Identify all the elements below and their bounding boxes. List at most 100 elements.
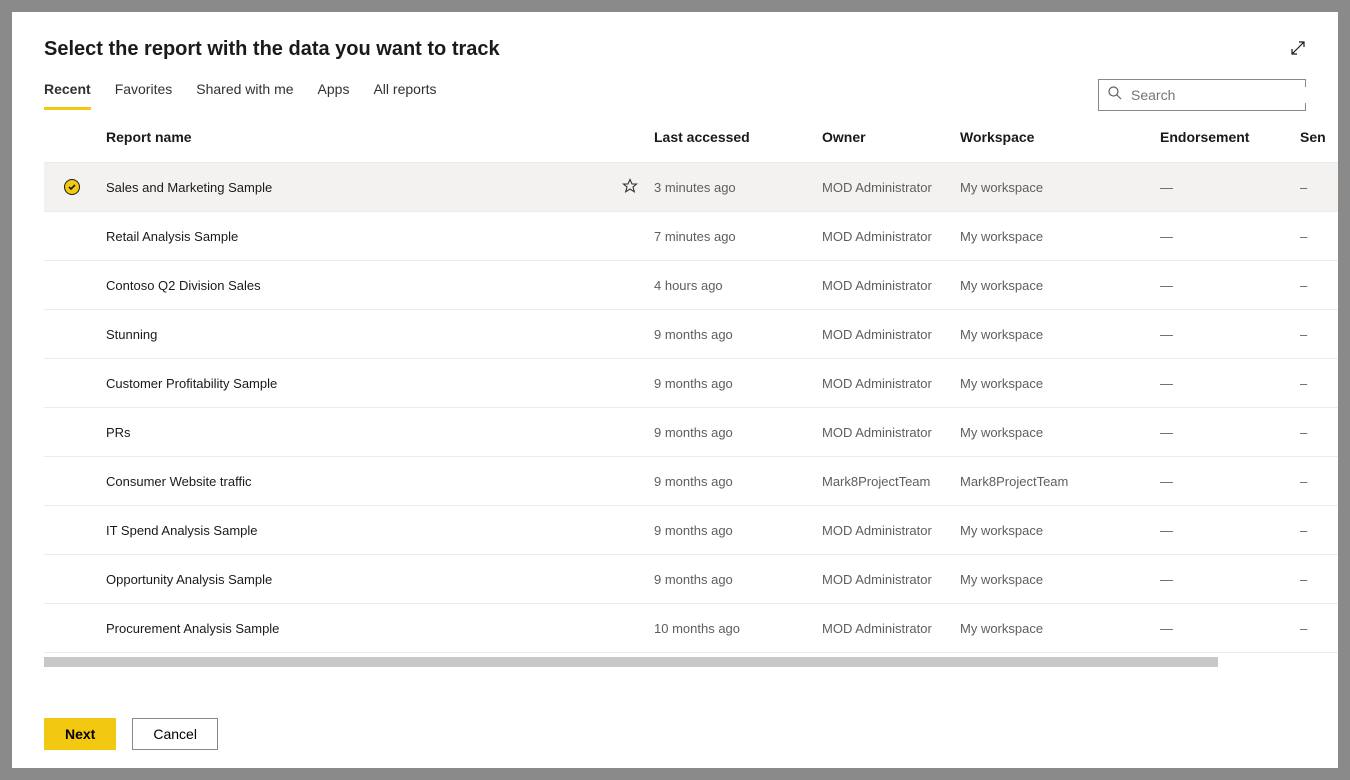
table-row[interactable]: Consumer Website traffic9 months agoMark…: [44, 457, 1338, 506]
column-header-name[interactable]: Report name: [106, 129, 606, 145]
sensitivity: –: [1300, 572, 1338, 587]
owner: MOD Administrator: [822, 229, 960, 244]
last-accessed: 9 months ago: [654, 474, 822, 489]
endorsement: —: [1160, 180, 1300, 195]
report-name[interactable]: Customer Profitability Sample: [106, 376, 606, 391]
endorsement: —: [1160, 621, 1300, 636]
workspace: My workspace: [960, 425, 1160, 440]
column-header-sensitivity[interactable]: Sen: [1300, 129, 1338, 145]
owner: MOD Administrator: [822, 523, 960, 538]
owner: MOD Administrator: [822, 327, 960, 342]
workspace: My workspace: [960, 621, 1160, 636]
workspace: My workspace: [960, 327, 1160, 342]
workspace: Mark8ProjectTeam: [960, 474, 1160, 489]
sensitivity: –: [1300, 621, 1338, 636]
endorsement: —: [1160, 327, 1300, 342]
report-name[interactable]: Consumer Website traffic: [106, 474, 606, 489]
owner: MOD Administrator: [822, 621, 960, 636]
last-accessed: 7 minutes ago: [654, 229, 822, 244]
tab-recent[interactable]: Recent: [44, 81, 91, 110]
last-accessed: 4 hours ago: [654, 278, 822, 293]
sensitivity: –: [1300, 327, 1338, 342]
column-header-accessed[interactable]: Last accessed: [654, 129, 822, 145]
search-box[interactable]: [1098, 79, 1306, 111]
sensitivity: –: [1300, 376, 1338, 391]
workspace: My workspace: [960, 523, 1160, 538]
last-accessed: 9 months ago: [654, 327, 822, 342]
endorsement: —: [1160, 523, 1300, 538]
owner: MOD Administrator: [822, 572, 960, 587]
report-name[interactable]: IT Spend Analysis Sample: [106, 523, 606, 538]
star-icon[interactable]: [622, 178, 638, 197]
table-row[interactable]: Retail Analysis Sample 7 minutes agoMOD A…: [44, 212, 1338, 261]
workspace: My workspace: [960, 229, 1160, 244]
report-name[interactable]: Sales and Marketing Sample: [106, 180, 606, 195]
owner: MOD Administrator: [822, 376, 960, 391]
select-report-dialog: Select the report with the data you want…: [12, 12, 1338, 768]
last-accessed: 3 minutes ago: [654, 180, 822, 195]
report-name[interactable]: Opportunity Analysis Sample: [106, 572, 606, 587]
table-row[interactable]: IT Spend Analysis Sample 9 months agoMOD …: [44, 506, 1338, 555]
sensitivity: –: [1300, 523, 1338, 538]
table-row[interactable]: PRs 9 months agoMOD AdministratorMy works…: [44, 408, 1338, 457]
owner: MOD Administrator: [822, 425, 960, 440]
tab-apps[interactable]: Apps: [318, 81, 350, 110]
endorsement: —: [1160, 425, 1300, 440]
tab-all-reports[interactable]: All reports: [373, 81, 436, 110]
endorsement: —: [1160, 278, 1300, 293]
cancel-button[interactable]: Cancel: [132, 718, 218, 750]
column-header-owner[interactable]: Owner: [822, 129, 960, 145]
column-header-endorsement[interactable]: Endorsement: [1160, 129, 1300, 145]
tabs-row: Recent Favorites Shared with me Apps All…: [12, 61, 1338, 111]
workspace: My workspace: [960, 180, 1160, 195]
endorsement: —: [1160, 229, 1300, 244]
report-name[interactable]: Stunning: [106, 327, 606, 342]
sensitivity: –: [1300, 180, 1338, 195]
endorsement: —: [1160, 376, 1300, 391]
favorite-cell[interactable]: [606, 178, 654, 197]
row-select-cell[interactable]: [44, 179, 106, 195]
table-row[interactable]: Contoso Q2 Division Sales 4 hours agoMOD …: [44, 261, 1338, 310]
owner: Mark8ProjectTeam: [822, 474, 960, 489]
report-table: Report name Last accessed Owner Workspac…: [12, 111, 1338, 698]
report-name[interactable]: PRs: [106, 425, 606, 440]
expand-icon[interactable]: [1290, 40, 1306, 61]
owner: MOD Administrator: [822, 180, 960, 195]
horizontal-scrollbar[interactable]: [44, 657, 1218, 667]
table-row[interactable]: Opportunity Analysis Sample9 months agoM…: [44, 555, 1338, 604]
tabs: Recent Favorites Shared with me Apps All…: [44, 81, 437, 110]
table-row[interactable]: Sales and Marketing Sample3 minutes agoM…: [44, 163, 1338, 212]
table-row[interactable]: Procurement Analysis Sample 10 months ago…: [44, 604, 1338, 653]
search-icon: [1107, 85, 1123, 106]
endorsement: —: [1160, 474, 1300, 489]
search-input[interactable]: [1131, 87, 1312, 103]
workspace: My workspace: [960, 376, 1160, 391]
dialog-footer: Next Cancel: [12, 698, 1338, 768]
tab-shared-with-me[interactable]: Shared with me: [196, 81, 293, 110]
dialog-header: Select the report with the data you want…: [12, 12, 1338, 61]
check-circle-icon: [64, 179, 80, 195]
report-name[interactable]: Contoso Q2 Division Sales: [106, 278, 606, 293]
column-header-row: Report name Last accessed Owner Workspac…: [44, 111, 1338, 163]
last-accessed: 9 months ago: [654, 376, 822, 391]
sensitivity: –: [1300, 474, 1338, 489]
report-name[interactable]: Procurement Analysis Sample: [106, 621, 606, 636]
workspace: My workspace: [960, 278, 1160, 293]
column-header-workspace[interactable]: Workspace: [960, 129, 1160, 145]
workspace: My workspace: [960, 572, 1160, 587]
sensitivity: –: [1300, 229, 1338, 244]
last-accessed: 9 months ago: [654, 425, 822, 440]
table-row[interactable]: Customer Profitability Sample 9 months ag…: [44, 359, 1338, 408]
endorsement: —: [1160, 572, 1300, 587]
sensitivity: –: [1300, 278, 1338, 293]
tab-favorites[interactable]: Favorites: [115, 81, 173, 110]
table-row[interactable]: Stunning 9 months agoMOD AdministratorMy …: [44, 310, 1338, 359]
last-accessed: 10 months ago: [654, 621, 822, 636]
last-accessed: 9 months ago: [654, 523, 822, 538]
sensitivity: –: [1300, 425, 1338, 440]
report-name[interactable]: Retail Analysis Sample: [106, 229, 606, 244]
next-button[interactable]: Next: [44, 718, 116, 750]
dialog-title: Select the report with the data you want…: [44, 38, 1306, 61]
last-accessed: 9 months ago: [654, 572, 822, 587]
owner: MOD Administrator: [822, 278, 960, 293]
